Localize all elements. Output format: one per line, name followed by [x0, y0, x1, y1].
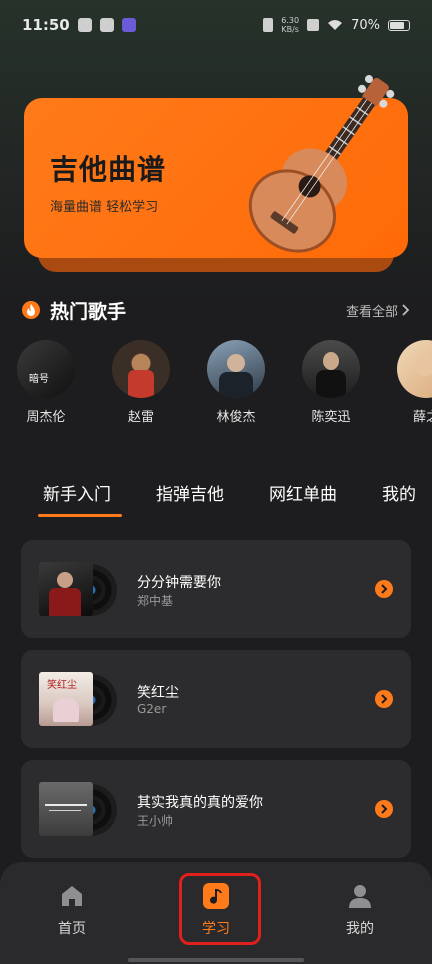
singer-name: 周杰伦: [26, 410, 66, 425]
signal-icon: [307, 19, 320, 31]
nav-mine[interactable]: 我的: [320, 882, 400, 938]
album-cover: 笑红尘: [39, 672, 93, 726]
battery-icon: [388, 19, 410, 31]
selection-highlight: [179, 873, 261, 945]
song-card[interactable]: 其实我真的真的爱你 王小帅: [21, 760, 411, 858]
notification-icon: [99, 18, 114, 32]
singer-item[interactable]: 林俊杰: [196, 340, 276, 425]
hot-singers-title: 热门歌手: [50, 300, 127, 323]
banner-title: 吉他曲谱: [50, 153, 167, 186]
tab-mine[interactable]: 我的: [382, 480, 416, 505]
fire-icon: [22, 301, 40, 319]
category-tabs: 新手入门 指弹吉他 网红单曲 我的: [0, 474, 432, 524]
nav-home[interactable]: 首页: [32, 882, 112, 938]
guitar-illustration: [248, 75, 395, 253]
singer-name: 赵雷: [127, 410, 154, 425]
banner-subtitle: 海量曲谱 轻松学习: [50, 200, 159, 215]
tab-fingerstyle[interactable]: 指弹吉他: [156, 480, 224, 505]
singer-name: 薛之: [412, 410, 432, 425]
network-speed: 6.30 KB/s: [281, 16, 300, 34]
notification-icon: [77, 18, 92, 32]
song-artist: G2er: [137, 702, 167, 716]
singer-item[interactable]: 赵雷: [101, 340, 181, 425]
home-icon: [62, 886, 82, 906]
song-title: 笑红尘: [137, 685, 179, 701]
view-all-label: 查看全部: [345, 304, 398, 320]
singer-item[interactable]: 陈奕迅: [291, 340, 371, 425]
song-title: 分分钟需要你: [137, 575, 221, 591]
view-all-link[interactable]: 查看全部: [346, 301, 410, 320]
nav-mine-label: 我的: [346, 921, 374, 937]
active-tab-indicator: [38, 514, 122, 517]
tab-beginner[interactable]: 新手入门: [43, 480, 111, 505]
album-cover: [39, 562, 93, 616]
wifi-icon: [328, 20, 343, 30]
hot-singers-header: 热门歌手 查看全部: [22, 296, 410, 324]
singer-name: 林俊杰: [216, 410, 256, 425]
guitar-tabs-banner[interactable]: 吉他曲谱 海量曲谱 轻松学习: [24, 75, 408, 258]
song-title: 其实我真的真的爱你: [137, 795, 263, 811]
home-indicator: [128, 958, 304, 962]
chevron-right-icon[interactable]: [375, 690, 393, 708]
singer-avatar: [302, 340, 360, 398]
user-icon: [349, 885, 371, 908]
song-artist: 郑中基: [137, 594, 174, 608]
singer-avatar: [112, 340, 170, 398]
singer-avatar: [397, 340, 432, 398]
tab-trending-singles[interactable]: 网红单曲: [269, 480, 337, 505]
song-card[interactable]: 笑红尘 笑红尘 G2er: [21, 650, 411, 748]
chevron-right-icon: [402, 304, 410, 316]
singer-item[interactable]: 暗号 周杰伦: [6, 340, 86, 425]
song-card[interactable]: 分分钟需要你 郑中基: [21, 540, 411, 638]
album-cover: [39, 782, 93, 836]
status-bar: 11:50 6.30 KB/s 70%: [0, 0, 432, 50]
chevron-right-icon[interactable]: [375, 800, 393, 818]
singer-avatar: 暗号: [17, 340, 75, 398]
battery-text: 70%: [351, 17, 380, 33]
singer-name: 陈奕迅: [311, 410, 351, 425]
song-artist: 王小帅: [137, 814, 174, 828]
singer-list: 暗号 周杰伦 赵雷 林俊杰 陈奕迅 薛之: [0, 340, 432, 430]
play-notification-icon: [121, 18, 136, 32]
nav-home-label: 首页: [58, 921, 86, 937]
singer-avatar: [207, 340, 265, 398]
vibrate-icon: [263, 18, 274, 32]
chevron-right-icon[interactable]: [375, 580, 393, 598]
singer-item[interactable]: 薛之: [386, 340, 432, 425]
status-time: 11:50: [22, 16, 70, 34]
